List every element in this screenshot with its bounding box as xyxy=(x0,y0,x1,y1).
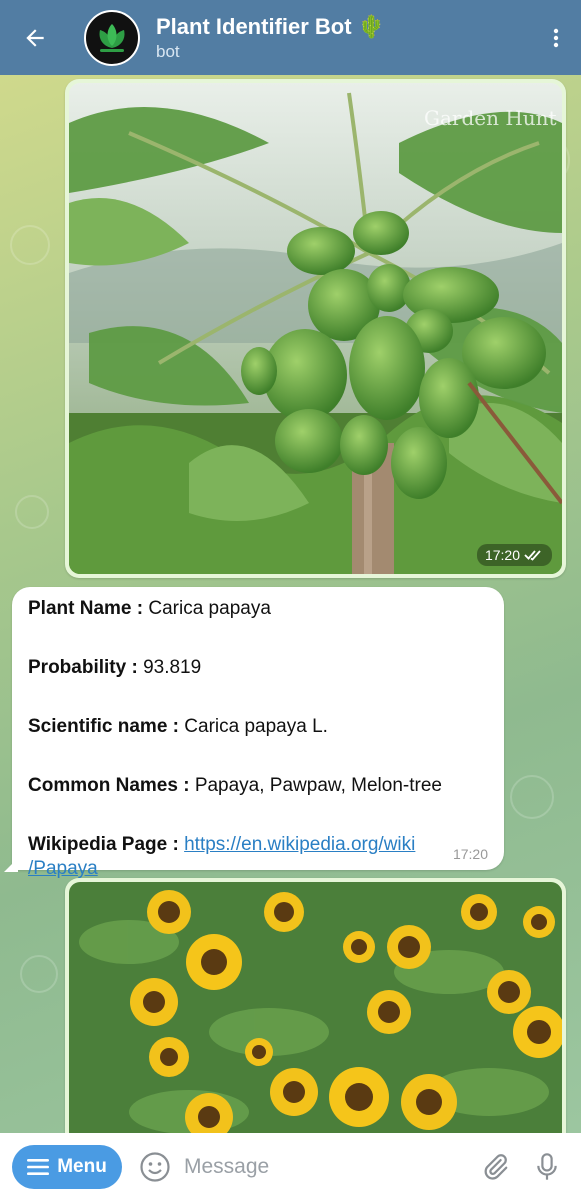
cactus-emoji-icon: 🌵 xyxy=(357,13,385,39)
papaya-tree-image: Garden Hunt xyxy=(69,83,562,574)
photo-time: 17:20 xyxy=(484,547,520,563)
chat-title-text: Plant Identifier Bot xyxy=(156,13,352,39)
emoji-button[interactable] xyxy=(138,1150,172,1184)
more-vertical-icon xyxy=(553,28,559,47)
scientific-name-value: Carica papaya L. xyxy=(184,716,328,737)
smiley-icon xyxy=(140,1151,170,1182)
papaya-photo[interactable]: Garden Hunt 17:20 xyxy=(69,83,562,574)
common-names-value: Papaya, Pawpaw, Melon-tree xyxy=(194,775,442,796)
plant-name-label: Plant Name : xyxy=(28,598,144,619)
back-arrow-icon xyxy=(26,28,44,47)
sunflower-photo-message[interactable] xyxy=(65,878,566,1148)
menu-button-label: Menu xyxy=(57,1155,107,1177)
probability-value: 93.819 xyxy=(143,657,202,678)
chat-title-block[interactable]: Plant Identifier Bot 🌵 bot xyxy=(156,14,531,62)
wikipedia-label: Wikipedia Page : xyxy=(28,834,179,855)
leaf-logo-icon xyxy=(99,23,125,52)
hamburger-icon xyxy=(27,1158,50,1175)
wikipedia-line: Wikipedia Page : https://en.wikipedia.or… xyxy=(28,833,488,857)
photo-watermark: Garden Hunt xyxy=(424,106,557,130)
double-check-icon xyxy=(524,550,541,561)
more-options-button[interactable] xyxy=(531,0,581,75)
probability-line: Probability : 93.819 xyxy=(28,656,488,680)
papaya-photo-message[interactable]: Garden Hunt 17:20 xyxy=(65,79,566,578)
message-input[interactable] xyxy=(184,1146,469,1187)
probability-label: Probability : xyxy=(28,657,138,678)
back-button[interactable] xyxy=(0,0,70,75)
bot-message-time: 17:20 xyxy=(452,846,488,862)
sunflower-field-image xyxy=(69,882,562,1144)
attach-button[interactable] xyxy=(469,1141,521,1193)
chat-title: Plant Identifier Bot 🌵 xyxy=(156,14,531,40)
voice-record-button[interactable] xyxy=(521,1141,573,1193)
common-names-line: Common Names : Papaya, Pawpaw, Melon-tre… xyxy=(28,774,488,798)
common-names-label: Common Names : xyxy=(28,775,190,796)
plant-name-line: Plant Name : Carica papaya xyxy=(28,597,488,621)
bot-menu-button[interactable]: Menu xyxy=(12,1144,122,1189)
bot-avatar[interactable] xyxy=(84,9,140,66)
chat-subtitle: bot xyxy=(156,41,180,61)
wikipedia-link-continued[interactable]: /Papaya xyxy=(28,858,98,879)
scientific-name-label: Scientific name : xyxy=(28,716,179,737)
scientific-name-line: Scientific name : Carica papaya L. xyxy=(28,715,488,739)
photo-time-chip: 17:20 xyxy=(476,544,552,566)
plant-name-value: Carica papaya xyxy=(148,598,271,619)
wikipedia-link[interactable]: https://en.wikipedia.org/wiki xyxy=(184,834,415,855)
bot-reply-message[interactable]: Plant Name : Carica papaya Probability :… xyxy=(12,587,504,879)
paperclip-icon xyxy=(484,1153,508,1180)
chat-header: Plant Identifier Bot 🌵 bot xyxy=(0,0,581,75)
message-composer: Menu xyxy=(0,1133,581,1200)
microphone-icon xyxy=(537,1152,557,1180)
sunflower-photo[interactable] xyxy=(69,882,562,1144)
